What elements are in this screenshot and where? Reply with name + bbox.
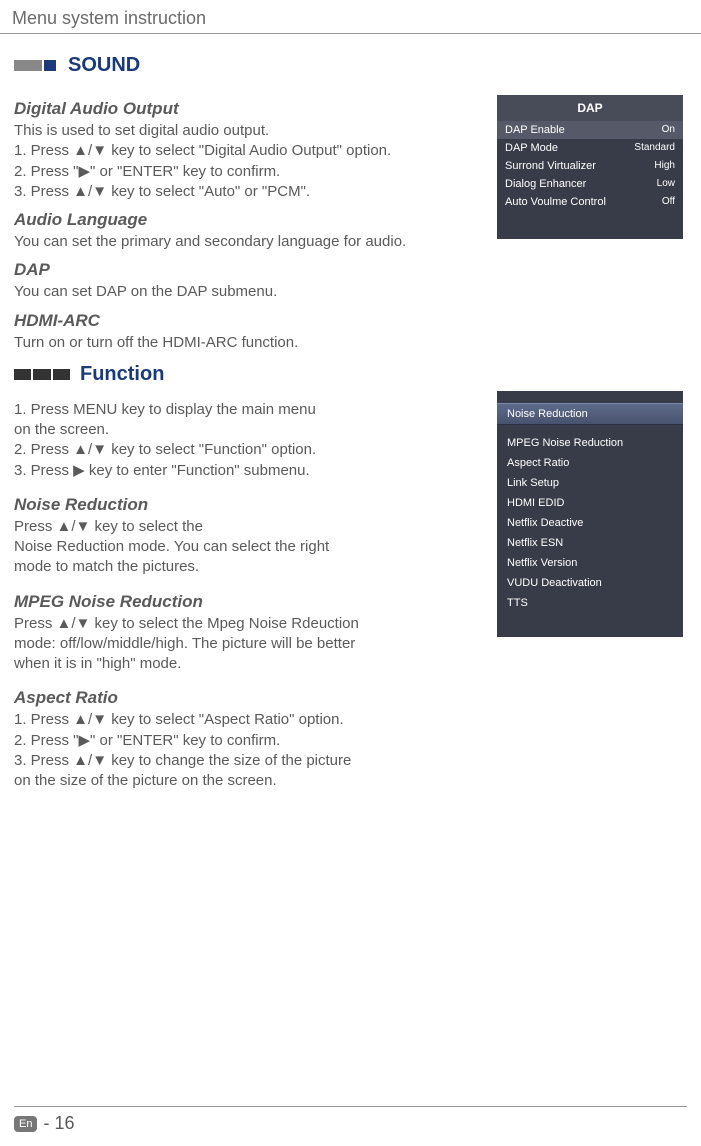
table-row: DAP Mode Standard (497, 139, 683, 157)
table-row: Aspect Ratio (497, 453, 683, 473)
dap-table-header: DAP (497, 95, 683, 121)
dap-row-value: On (662, 124, 675, 136)
aspect-ratio-title: Aspect Ratio (14, 688, 481, 708)
dao-line: 2. Press "▶" or "ENTER" key to confirm. (14, 162, 481, 182)
func-intro-line: 2. Press ▲/▼ key to select "Function" op… (14, 440, 481, 460)
table-row: Dialog Enhancer Low (497, 175, 683, 193)
hdmi-arc-line: Turn on or turn off the HDMI-ARC functio… (14, 333, 481, 353)
nr-line: mode to match the pictures. (14, 557, 481, 577)
ar-line: on the size of the picture on the screen… (14, 771, 481, 791)
func-intro-line: 3. Press ▶ key to enter "Function" subme… (14, 461, 481, 481)
dao-line: 1. Press ▲/▼ key to select "Digital Audi… (14, 141, 481, 161)
nr-line: Noise Reduction mode. You can select the… (14, 537, 481, 557)
dap-title: DAP (14, 260, 481, 280)
table-row: VUDU Deactivation (497, 573, 683, 593)
digital-audio-output-title: Digital Audio Output (14, 99, 481, 119)
table-row: Surrond Virtualizer High (497, 157, 683, 175)
nr-line: Press ▲/▼ key to select the (14, 517, 481, 537)
dap-row-label: Dialog Enhancer (505, 178, 586, 190)
ar-line: 1. Press ▲/▼ key to select "Aspect Ratio… (14, 710, 481, 730)
func-intro-line: on the screen. (14, 420, 481, 440)
func-intro-line: 1. Press MENU key to display the main me… (14, 400, 481, 420)
ar-line: 3. Press ▲/▼ key to change the size of t… (14, 751, 481, 771)
table-row: HDMI EDID (497, 493, 683, 513)
function-submenu-table: Noise Reduction MPEG Noise Reduction Asp… (497, 391, 683, 637)
table-row: Netflix Version (497, 553, 683, 573)
mpeg-nr-line: Press ▲/▼ key to select the Mpeg Noise R… (14, 614, 481, 634)
page-number: - 16 (43, 1113, 74, 1134)
dao-line: This is used to set digital audio output… (14, 121, 481, 141)
table-row: MPEG Noise Reduction (497, 433, 683, 453)
dap-row-value: High (654, 160, 675, 172)
dap-row-label: DAP Enable (505, 124, 565, 136)
section-marker-icon (14, 60, 58, 71)
dap-row-label: DAP Mode (505, 142, 558, 154)
table-row: Auto Voulme Control Off (497, 193, 683, 211)
mpeg-nr-line: when it is in "high" mode. (14, 654, 481, 674)
mpeg-nr-line: mode: off/low/middle/high. The picture w… (14, 634, 481, 654)
dap-row-value: Standard (634, 142, 675, 154)
table-row: TTS (497, 593, 683, 613)
dap-line: You can set DAP on the DAP submenu. (14, 282, 481, 302)
dap-submenu-table: DAP DAP Enable On DAP Mode Standard Surr… (497, 95, 683, 239)
page-footer: En - 16 (14, 1106, 687, 1134)
noise-reduction-title: Noise Reduction (14, 495, 481, 515)
table-row: Link Setup (497, 473, 683, 493)
table-row: DAP Enable On (497, 121, 683, 139)
table-row: Noise Reduction (497, 403, 683, 425)
dao-line: 3. Press ▲/▼ key to select "Auto" or "PC… (14, 182, 481, 202)
table-row: Netflix Deactive (497, 513, 683, 533)
hdmi-arc-title: HDMI-ARC (14, 311, 481, 331)
sound-section-header: SOUND (14, 54, 687, 77)
ar-line: 2. Press "▶" or "ENTER" key to confirm. (14, 731, 481, 751)
function-section-header: Function (14, 363, 481, 386)
dap-row-label: Auto Voulme Control (505, 196, 606, 208)
function-heading: Function (80, 363, 164, 386)
section-marker-icon (14, 369, 70, 380)
dap-row-label: Surrond Virtualizer (505, 160, 596, 172)
page-title: Menu system instruction (0, 0, 701, 34)
audio-language-title: Audio Language (14, 210, 481, 230)
mpeg-nr-title: MPEG Noise Reduction (14, 592, 481, 612)
dap-row-value: Off (662, 196, 675, 208)
table-row: Netflix ESN (497, 533, 683, 553)
dap-row-value: Low (657, 178, 675, 190)
language-badge: En (14, 1116, 37, 1132)
sound-heading: SOUND (68, 54, 140, 77)
audio-language-line: You can set the primary and secondary la… (14, 232, 481, 252)
